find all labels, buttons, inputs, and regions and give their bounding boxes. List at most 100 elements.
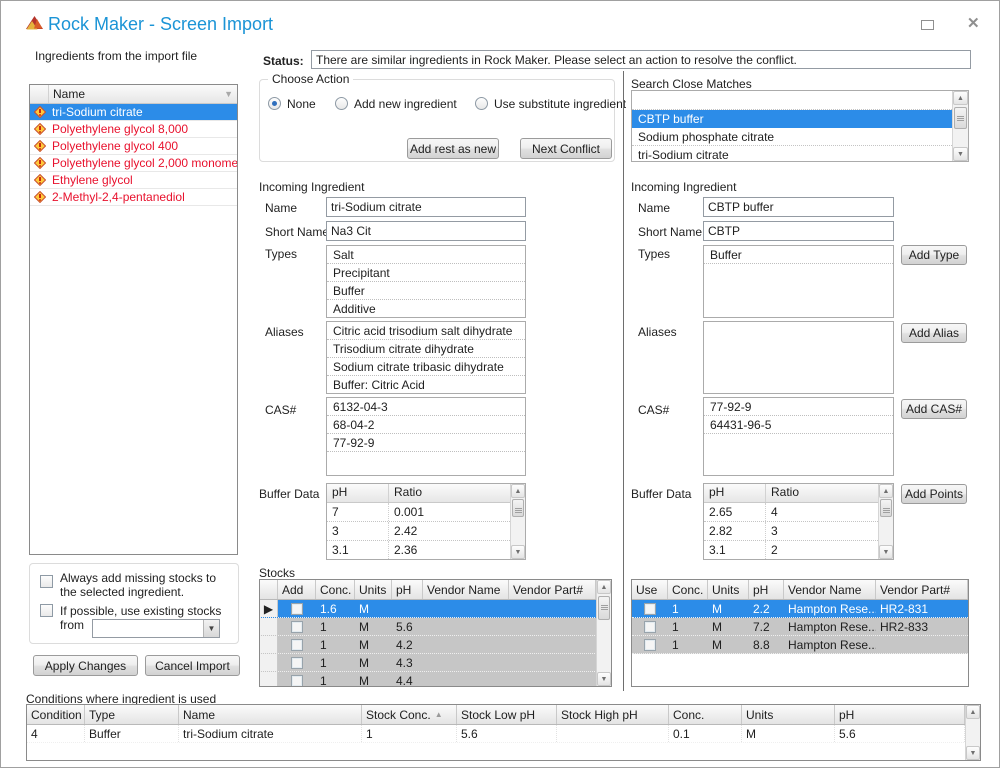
buffer-row[interactable]: 3.1 2.36 — [327, 541, 510, 560]
buffer-row[interactable]: 7 0.001 — [327, 503, 510, 522]
list-item[interactable]: 68-04-2 — [327, 416, 525, 434]
import-list-item[interactable]: Polyethylene glycol 8,000 — [30, 121, 237, 138]
column-header[interactable]: pH — [392, 580, 423, 599]
row-checkbox[interactable] — [291, 603, 303, 615]
row-checkbox[interactable] — [291, 621, 303, 633]
column-header[interactable]: Stock Conc.▲ — [362, 705, 457, 724]
search-match-item[interactable]: tri-Sodium citrate — [632, 146, 952, 162]
scroll-up-icon[interactable]: ▲ — [511, 484, 525, 498]
existing-types-list[interactable]: Buffer — [703, 245, 894, 318]
import-list-item[interactable]: tri-Sodium citrate — [30, 104, 237, 121]
import-list-item[interactable]: Ethylene glycol — [30, 172, 237, 189]
existing-cas-list[interactable]: 77-92-964431-96-5 — [703, 397, 894, 476]
existing-stocks-table[interactable]: UseConc.UnitspHVendor NameVendor Part#1M… — [631, 579, 969, 687]
row-checkbox[interactable] — [291, 675, 303, 687]
stock-row[interactable]: 1M7.2Hampton Rese...HR2-833 — [632, 618, 968, 636]
search-match-item[interactable]: CBTP buffer — [632, 110, 952, 128]
conditions-table[interactable]: Condition #TypeNameStock Conc.▲Stock Low… — [26, 704, 981, 761]
column-header[interactable]: pH — [835, 705, 965, 724]
radio-add-new-ingredient[interactable] — [335, 97, 348, 110]
scroll-up-icon[interactable]: ▲ — [966, 705, 980, 719]
conditions-scrollbar[interactable]: ▲ ▼ — [965, 705, 980, 760]
scrollbar[interactable]: ▲ ▼ — [596, 580, 611, 686]
cancel-import-button[interactable]: Cancel Import — [145, 655, 240, 676]
scrollbar[interactable]: ▲ ▼ — [878, 484, 893, 559]
dropdown-arrow-icon[interactable]: ▼ — [203, 620, 219, 637]
column-header[interactable]: Vendor Name — [423, 580, 509, 599]
row-checkbox[interactable] — [291, 639, 303, 651]
list-item[interactable]: 77-92-9 — [704, 398, 893, 416]
list-item[interactable]: Additive — [327, 300, 525, 318]
column-header[interactable]: Vendor Part# — [509, 580, 596, 599]
incoming-types-list[interactable]: SaltPrecipitantBufferAdditive — [326, 245, 526, 318]
row-checkbox[interactable] — [291, 657, 303, 669]
column-header[interactable]: Vendor Name — [784, 580, 876, 599]
always-add-missing-checkbox[interactable] — [40, 575, 53, 588]
scrollbar[interactable]: ▲ ▼ — [510, 484, 525, 559]
column-header[interactable]: Name — [179, 705, 362, 724]
buffer-row[interactable]: 2.65 4 — [704, 503, 878, 522]
column-header[interactable]: Ratio — [389, 484, 510, 502]
incoming-short-name-field[interactable]: Na3 Cit — [326, 221, 526, 241]
list-item[interactable]: Sodium citrate tribasic dihydrate — [327, 358, 525, 376]
scroll-up-icon[interactable]: ▲ — [597, 580, 611, 594]
column-header[interactable]: Condition # — [27, 705, 85, 724]
existing-buffer-table[interactable]: pH Ratio 2.65 4 2.82 3 3.1 2 ▲ ▼ — [703, 483, 894, 560]
scroll-down-icon[interactable]: ▼ — [597, 672, 611, 686]
scroll-up-icon[interactable]: ▲ — [953, 91, 968, 105]
row-selector[interactable] — [260, 654, 278, 671]
condition-row[interactable]: 4Buffertri-Sodium citrate15.60.1M5.6 — [27, 725, 980, 743]
row-checkbox[interactable] — [644, 639, 656, 651]
column-header[interactable]: Stock Low pH — [457, 705, 557, 724]
list-item[interactable]: Citric acid trisodium salt dihydrate — [327, 322, 525, 340]
column-header[interactable]: pH — [749, 580, 784, 599]
list-item[interactable]: Trisodium citrate dihydrate — [327, 340, 525, 358]
list-item[interactable]: 77-92-9 — [327, 434, 525, 452]
stocks-table[interactable]: AddConc.UnitspHVendor NameVendor Part#▶1… — [259, 579, 612, 687]
search-match-item[interactable]: Sodium phosphate citrate — [632, 128, 952, 146]
row-selector[interactable]: ▶ — [260, 600, 278, 617]
column-header[interactable]: pH — [704, 484, 766, 502]
list-item[interactable]: Buffer — [327, 282, 525, 300]
add-type-button[interactable]: Add Type — [901, 245, 967, 265]
next-conflict-button[interactable]: Next Conflict — [520, 138, 612, 159]
add-rest-as-new-button[interactable]: Add rest as new — [407, 138, 499, 159]
column-header[interactable]: Conc. — [668, 580, 708, 599]
search-match-item[interactable] — [632, 91, 952, 110]
existing-stocks-source-dropdown[interactable]: ▼ — [92, 619, 220, 638]
scroll-down-icon[interactable]: ▼ — [511, 545, 525, 559]
column-header[interactable]: Use — [632, 580, 668, 599]
column-header[interactable]: pH — [327, 484, 389, 502]
buffer-row[interactable]: 3.1 2 — [704, 541, 878, 560]
incoming-buffer-table[interactable]: pH Ratio 7 0.001 3 2.42 3.1 2.36 ▲ ▼ — [326, 483, 526, 560]
incoming-name-field[interactable]: tri-Sodium citrate — [326, 197, 526, 217]
incoming-cas-list[interactable]: 6132-04-368-04-277-92-9 — [326, 397, 526, 476]
stock-row[interactable]: 1M4.3 — [260, 654, 611, 672]
radio-none[interactable] — [268, 97, 281, 110]
sort-arrow-icon[interactable]: ▼ — [224, 89, 233, 99]
buffer-row[interactable]: 2.82 3 — [704, 522, 878, 541]
stock-row[interactable]: 1M4.4 — [260, 672, 611, 687]
search-matches-list[interactable]: CBTP bufferSodium phosphate citratetri-S… — [631, 90, 969, 162]
add-points-button[interactable]: Add Points — [901, 484, 967, 504]
incoming-aliases-list[interactable]: Citric acid trisodium salt dihydrateTris… — [326, 321, 526, 394]
search-matches-scrollbar[interactable]: ▲ ▼ — [952, 91, 968, 161]
row-selector[interactable] — [260, 636, 278, 653]
row-checkbox[interactable] — [644, 603, 656, 615]
import-list-item[interactable]: 2-Methyl-2,4-pentanediol — [30, 189, 237, 206]
column-header[interactable]: Conc. — [316, 580, 355, 599]
existing-aliases-list[interactable] — [703, 321, 894, 394]
scroll-down-icon[interactable]: ▼ — [953, 147, 968, 161]
column-header[interactable]: Units — [355, 580, 392, 599]
import-ingredient-list[interactable]: Name ▼ tri-Sodium citrate Polyethylene g… — [29, 84, 238, 555]
stock-row[interactable]: ▶1.6M — [260, 600, 611, 618]
row-selector[interactable] — [260, 672, 278, 687]
stock-row[interactable]: 1M4.2 — [260, 636, 611, 654]
buffer-row[interactable]: 3 2.42 — [327, 522, 510, 541]
stock-row[interactable]: 1M8.8Hampton Rese... — [632, 636, 968, 654]
column-header[interactable]: Ratio — [766, 484, 878, 502]
import-list-item[interactable]: Polyethylene glycol 2,000 monomet... — [30, 155, 237, 172]
column-header[interactable]: Vendor Part# — [876, 580, 968, 599]
column-header[interactable]: Stock High pH — [557, 705, 669, 724]
maximize-button[interactable] — [921, 20, 934, 30]
